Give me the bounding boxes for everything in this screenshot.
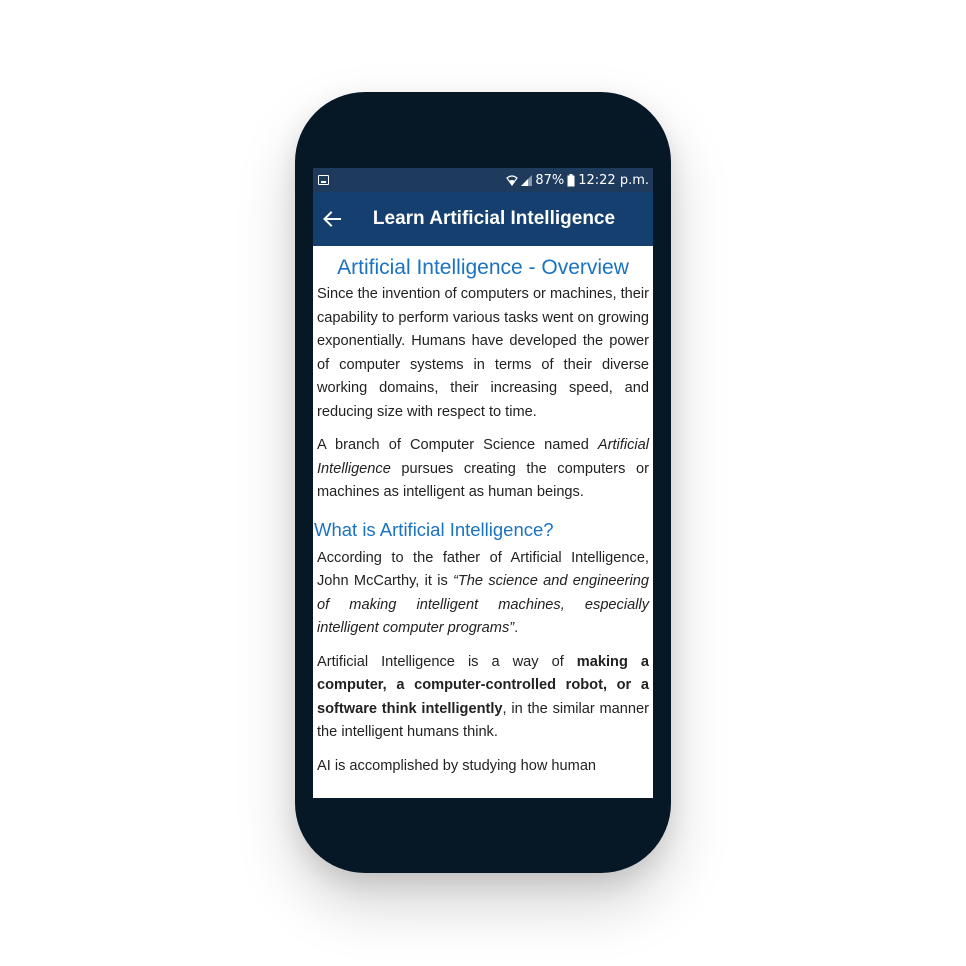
paragraph-intro: Since the invention of computers or mach… bbox=[317, 283, 649, 424]
section-heading: What is Artificial Intelligence? bbox=[314, 518, 554, 540]
paragraph-way: Artificial Intelligence is a way of maki… bbox=[317, 651, 649, 745]
arrow-left-icon[interactable] bbox=[319, 206, 345, 232]
paragraph-definition: According to the father of Artificial In… bbox=[317, 547, 649, 641]
app-bar: Learn Artificial Intelligence bbox=[313, 192, 653, 246]
paragraph-way-text-a: Artificial Intelligence is a way of bbox=[317, 653, 577, 670]
battery-percent: 87% bbox=[535, 172, 565, 188]
paragraph-intro-text: Since the invention of computers or mach… bbox=[317, 286, 649, 420]
battery-icon bbox=[567, 173, 575, 187]
stage: 87% 12:22 p.m. Learn Artificial Intellig… bbox=[0, 0, 966, 966]
article-heading: Artificial Intelligence - Overview bbox=[337, 256, 629, 279]
status-time: 12:22 p.m. bbox=[578, 172, 649, 188]
notification-icon bbox=[318, 175, 329, 185]
paragraph-accomplished: AI is accomplished by studying how human bbox=[317, 755, 649, 779]
app-title: Learn Artificial Intelligence bbox=[372, 208, 616, 229]
paragraph-branch: A branch of Computer Science named Artif… bbox=[317, 434, 649, 505]
signal-icon bbox=[521, 174, 533, 186]
paragraph-accomplished-text: AI is accomplished by studying how human bbox=[317, 757, 597, 774]
status-bar: 87% 12:22 p.m. bbox=[313, 168, 653, 192]
wifi-icon bbox=[506, 174, 519, 186]
article-content: Artificial Intelligence - Overview Since… bbox=[313, 246, 653, 778]
paragraph-branch-text-a: A branch of Computer Science named bbox=[317, 437, 598, 453]
paragraph-definition-text-b: . bbox=[514, 620, 519, 636]
phone-screen: 87% 12:22 p.m. Learn Artificial Intellig… bbox=[313, 168, 653, 798]
